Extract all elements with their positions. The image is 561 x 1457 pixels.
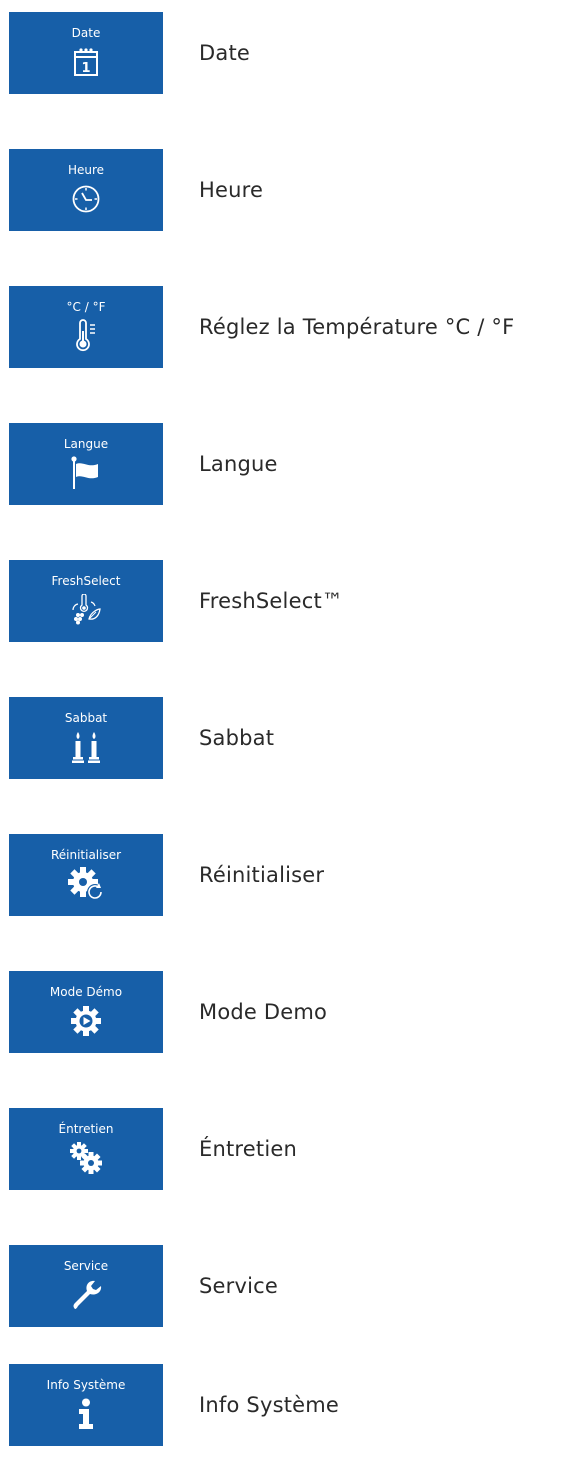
demo-gear-icon: [66, 1004, 106, 1038]
service-tile[interactable]: Service: [9, 1245, 163, 1327]
menu-item-date[interactable]: Date 1 Date: [9, 12, 516, 94]
menu-item-freshselect[interactable]: FreshSelect FreshSelect™: [9, 560, 516, 642]
menu-item-info-systeme[interactable]: Info Système Info Système: [9, 1364, 516, 1446]
temperature-tile[interactable]: °C / °F: [9, 286, 163, 368]
menu-item-heure[interactable]: Heure Heure: [9, 149, 516, 231]
heure-tile[interactable]: Heure: [9, 149, 163, 231]
freshselect-tile[interactable]: FreshSelect: [9, 560, 163, 642]
entretien-tile[interactable]: Éntretien: [9, 1108, 163, 1190]
sabbat-tile-label: Sabbat: [64, 711, 108, 725]
info-icon: [66, 1397, 106, 1431]
menu-item-temperature[interactable]: °C / °F Réglez la Température °C / °F: [9, 286, 516, 368]
langue-tile[interactable]: Langue: [9, 423, 163, 505]
menu-item-entretien[interactable]: Éntretien Éntretien: [9, 1108, 516, 1190]
langue-tile-label: Langue: [63, 437, 109, 451]
service-tile-label: Service: [63, 1259, 109, 1273]
menu-item-entretien-label: Éntretien: [199, 1137, 298, 1161]
flag-icon: [66, 456, 106, 490]
menu-item-reinitialiser[interactable]: Réinitialiser Réinitialiser: [9, 834, 516, 916]
candles-icon: [66, 730, 106, 764]
heure-tile-label: Heure: [67, 163, 105, 177]
menu-item-mode-demo[interactable]: Mode Démo Mode Demo: [9, 971, 516, 1053]
info-systeme-tile[interactable]: Info Système: [9, 1364, 163, 1446]
mode-demo-tile-label: Mode Démo: [49, 985, 123, 999]
thermometer-icon: [66, 319, 106, 353]
menu-item-reinitialiser-label: Réinitialiser: [199, 863, 325, 887]
menu-item-service-label: Service: [199, 1274, 279, 1298]
menu-item-service[interactable]: Service Service: [9, 1245, 516, 1327]
menu-item-mode-demo-label: Mode Demo: [199, 1000, 328, 1024]
temperature-tile-label: °C / °F: [66, 300, 106, 314]
gears-icon: [66, 1141, 106, 1175]
entretien-tile-label: Éntretien: [58, 1122, 114, 1136]
calendar-icon: 1: [66, 45, 106, 79]
menu-item-sabbat-label: Sabbat: [199, 726, 275, 750]
menu-item-sabbat[interactable]: Sabbat Sabbat: [9, 697, 516, 779]
calendar-day-number: 1: [81, 61, 90, 76]
reinitialiser-tile-label: Réinitialiser: [50, 848, 122, 862]
menu-item-temperature-label: Réglez la Température °C / °F: [199, 315, 515, 339]
date-tile[interactable]: Date 1: [9, 12, 163, 94]
wrench-icon: [66, 1278, 106, 1312]
reinitialiser-tile[interactable]: Réinitialiser: [9, 834, 163, 916]
menu-item-info-systeme-label: Info Système: [199, 1393, 340, 1417]
clock-icon: [66, 182, 106, 216]
freshselect-tile-label: FreshSelect: [51, 574, 121, 588]
date-tile-label: Date: [71, 26, 101, 40]
menu-item-heure-label: Heure: [199, 178, 264, 202]
menu-item-langue[interactable]: Langue Langue: [9, 423, 516, 505]
sabbat-tile[interactable]: Sabbat: [9, 697, 163, 779]
fresh-select-icon: [66, 593, 106, 627]
menu-item-date-label: Date: [199, 41, 250, 65]
mode-demo-tile[interactable]: Mode Démo: [9, 971, 163, 1053]
menu-item-freshselect-label: FreshSelect™: [199, 589, 344, 613]
info-systeme-tile-label: Info Système: [46, 1378, 126, 1392]
menu-item-langue-label: Langue: [199, 452, 278, 476]
reset-gear-icon: [66, 867, 106, 901]
